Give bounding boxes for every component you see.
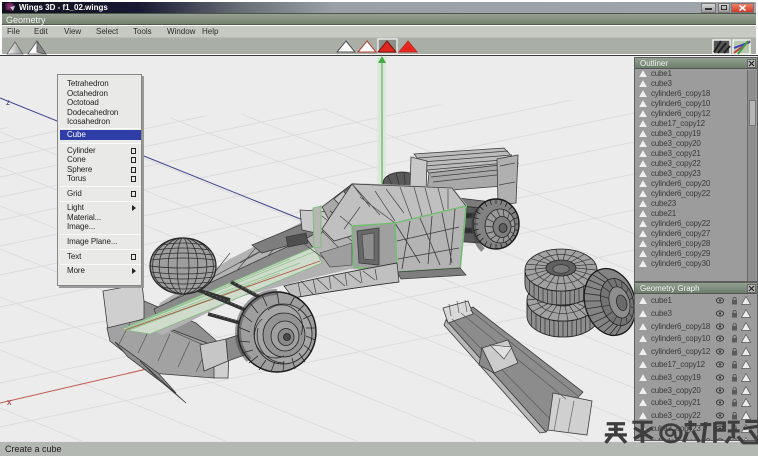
svg-text:z: z [6, 98, 10, 107]
svg-text:x: x [7, 397, 12, 407]
